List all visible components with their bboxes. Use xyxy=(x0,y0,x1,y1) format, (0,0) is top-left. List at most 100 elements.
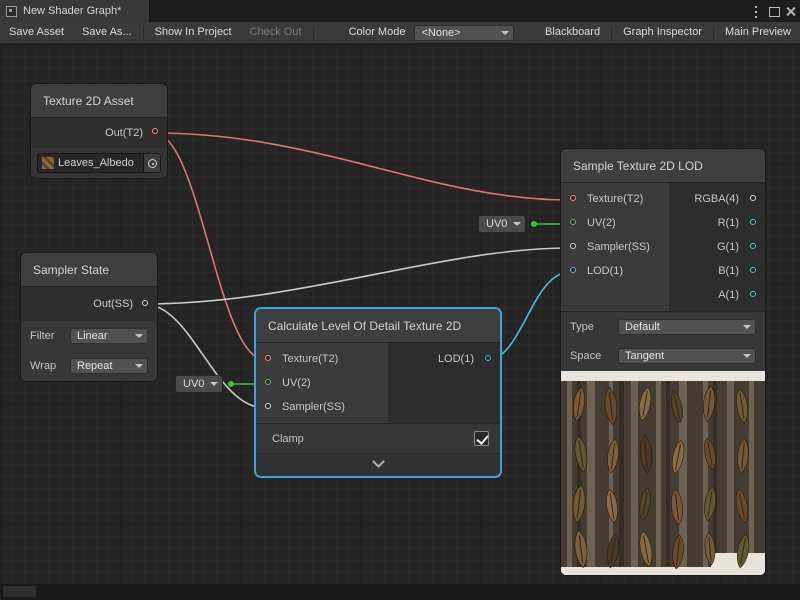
port-label: R(1) xyxy=(718,217,739,229)
port-label: B(1) xyxy=(718,265,739,277)
chevron-down-icon xyxy=(513,222,521,226)
port-label: UV(2) xyxy=(282,377,311,389)
output-port-rgba-icon[interactable] xyxy=(750,195,756,201)
node-title: Sampler State xyxy=(21,253,157,287)
check-out-button: Check Out xyxy=(241,22,311,43)
output-port-a-icon[interactable] xyxy=(750,291,756,297)
input-port-lod-icon[interactable] xyxy=(570,267,576,273)
node-calculate-lod-texture-2d[interactable]: Calculate Level Of Detail Texture 2D Tex… xyxy=(255,308,501,477)
port-row: Out(T2) xyxy=(31,118,167,148)
filter-label: Filter xyxy=(30,330,62,342)
window-menu-icon[interactable] xyxy=(748,3,764,19)
input-port-uv-icon[interactable] xyxy=(570,219,576,225)
chevron-down-icon xyxy=(501,31,509,35)
graph-inspector-toggle-button[interactable]: Graph Inspector xyxy=(614,22,711,43)
output-port-r-icon[interactable] xyxy=(750,219,756,225)
uv-channel-dropdown-calc[interactable]: UV0 xyxy=(175,375,223,393)
port-label: LOD(1) xyxy=(438,353,474,365)
node-sample-texture-2d-lod[interactable]: Sample Texture 2D LOD Texture(T2) UV(2) … xyxy=(560,148,766,576)
object-picker-icon[interactable] xyxy=(143,154,160,172)
chevron-down-icon xyxy=(743,354,751,358)
window-tab[interactable]: New Shader Graph* xyxy=(0,0,150,22)
filter-row: Filter Linear xyxy=(21,321,157,351)
main-preview-toggle-button[interactable]: Main Preview xyxy=(716,22,800,43)
port-row: UV(2) xyxy=(256,371,311,395)
port-row: LOD(1) xyxy=(561,259,623,283)
uv-channel-dropdown-sample[interactable]: UV0 xyxy=(478,215,526,233)
port-row: Sampler(SS) xyxy=(256,395,345,419)
port-row: Texture(T2) xyxy=(561,187,643,211)
toolbar-divider xyxy=(611,26,612,40)
input-port-texture-icon[interactable] xyxy=(570,195,576,201)
clamp-checkbox[interactable] xyxy=(474,431,489,446)
output-port-lod-icon[interactable] xyxy=(485,355,491,361)
shader-graph-icon xyxy=(6,6,17,17)
output-port-g-icon[interactable] xyxy=(750,243,756,249)
node-preview-image xyxy=(561,371,765,575)
space-row: Space Tangent xyxy=(561,341,765,371)
port-row: Sampler(SS) xyxy=(561,235,650,259)
toolbar-divider xyxy=(313,26,314,40)
port-label: Sampler(SS) xyxy=(282,401,345,413)
space-dropdown[interactable]: Tangent xyxy=(618,348,756,364)
color-mode-label: Color Mode xyxy=(340,22,415,43)
node-title: Sample Texture 2D LOD xyxy=(561,149,765,183)
wrap-value: Repeat xyxy=(77,360,112,372)
show-in-project-button[interactable]: Show In Project xyxy=(146,22,241,43)
chevron-down-icon xyxy=(372,455,385,468)
output-port-texture-icon[interactable] xyxy=(152,128,158,134)
texture-object-name: Leaves_Albedo xyxy=(58,157,139,169)
window-title: New Shader Graph* xyxy=(23,5,121,17)
save-asset-button[interactable]: Save Asset xyxy=(0,22,73,43)
chevron-down-icon xyxy=(210,382,218,386)
wrap-dropdown[interactable]: Repeat xyxy=(70,358,148,374)
port-label: LOD(1) xyxy=(587,265,623,277)
type-dropdown[interactable]: Default xyxy=(618,319,756,335)
port-row: R(1) xyxy=(718,211,765,235)
color-mode-value: <None> xyxy=(421,27,460,39)
save-as-button[interactable]: Save As... xyxy=(73,22,141,43)
filter-value: Linear xyxy=(77,330,108,342)
port-row: Out(SS) xyxy=(21,287,157,321)
port-row: Texture(T2) xyxy=(256,347,338,371)
maximize-icon[interactable] xyxy=(766,3,782,19)
port-label: Texture(T2) xyxy=(587,193,643,205)
type-label: Type xyxy=(570,321,610,333)
bottom-strip xyxy=(0,584,800,600)
port-row: LOD(1) xyxy=(438,347,500,371)
type-value: Default xyxy=(625,321,660,333)
uv-channel-value: UV0 xyxy=(183,378,204,390)
chevron-down-icon xyxy=(135,334,143,338)
input-port-uv-icon[interactable] xyxy=(265,379,271,385)
input-port-sampler-icon[interactable] xyxy=(570,243,576,249)
node-sampler-state[interactable]: Sampler State Out(SS) Filter Linear Wrap… xyxy=(20,252,158,382)
close-icon[interactable] xyxy=(783,3,799,19)
port-label: UV(2) xyxy=(587,217,616,229)
port-row: A(1) xyxy=(718,283,765,307)
filter-dropdown[interactable]: Linear xyxy=(70,328,148,344)
collapse-row[interactable] xyxy=(256,453,500,476)
ports-section: Texture(T2) UV(2) Sampler(SS) LOD(1) xyxy=(256,343,500,423)
node-title: Calculate Level Of Detail Texture 2D xyxy=(256,309,500,343)
port-row: G(1) xyxy=(717,235,765,259)
port-label: G(1) xyxy=(717,241,739,253)
output-port-sampler-icon[interactable] xyxy=(142,300,148,306)
input-port-sampler-icon[interactable] xyxy=(265,403,271,409)
port-label: A(1) xyxy=(718,289,739,301)
texture-object-field[interactable]: Leaves_Albedo xyxy=(37,153,161,173)
port-label: Sampler(SS) xyxy=(587,241,650,253)
port-row: UV(2) xyxy=(561,211,616,235)
chevron-down-icon xyxy=(135,364,143,368)
space-label: Space xyxy=(570,350,610,362)
blackboard-toggle-button[interactable]: Blackboard xyxy=(536,22,609,43)
toolbar-divider xyxy=(143,26,144,40)
input-port-texture-icon[interactable] xyxy=(265,355,271,361)
title-bar: New Shader Graph* xyxy=(0,0,800,22)
node-texture-2d-asset[interactable]: Texture 2D Asset Out(T2) Leaves_Albedo xyxy=(30,83,168,179)
output-port-b-icon[interactable] xyxy=(750,267,756,273)
wrap-row: Wrap Repeat xyxy=(21,351,157,381)
color-mode-dropdown[interactable]: <None> xyxy=(414,25,514,41)
texture-thumbnail-icon xyxy=(42,157,54,169)
chevron-down-icon xyxy=(743,325,751,329)
ports-section: Texture(T2) UV(2) Sampler(SS) LOD(1) RGB… xyxy=(561,183,765,311)
